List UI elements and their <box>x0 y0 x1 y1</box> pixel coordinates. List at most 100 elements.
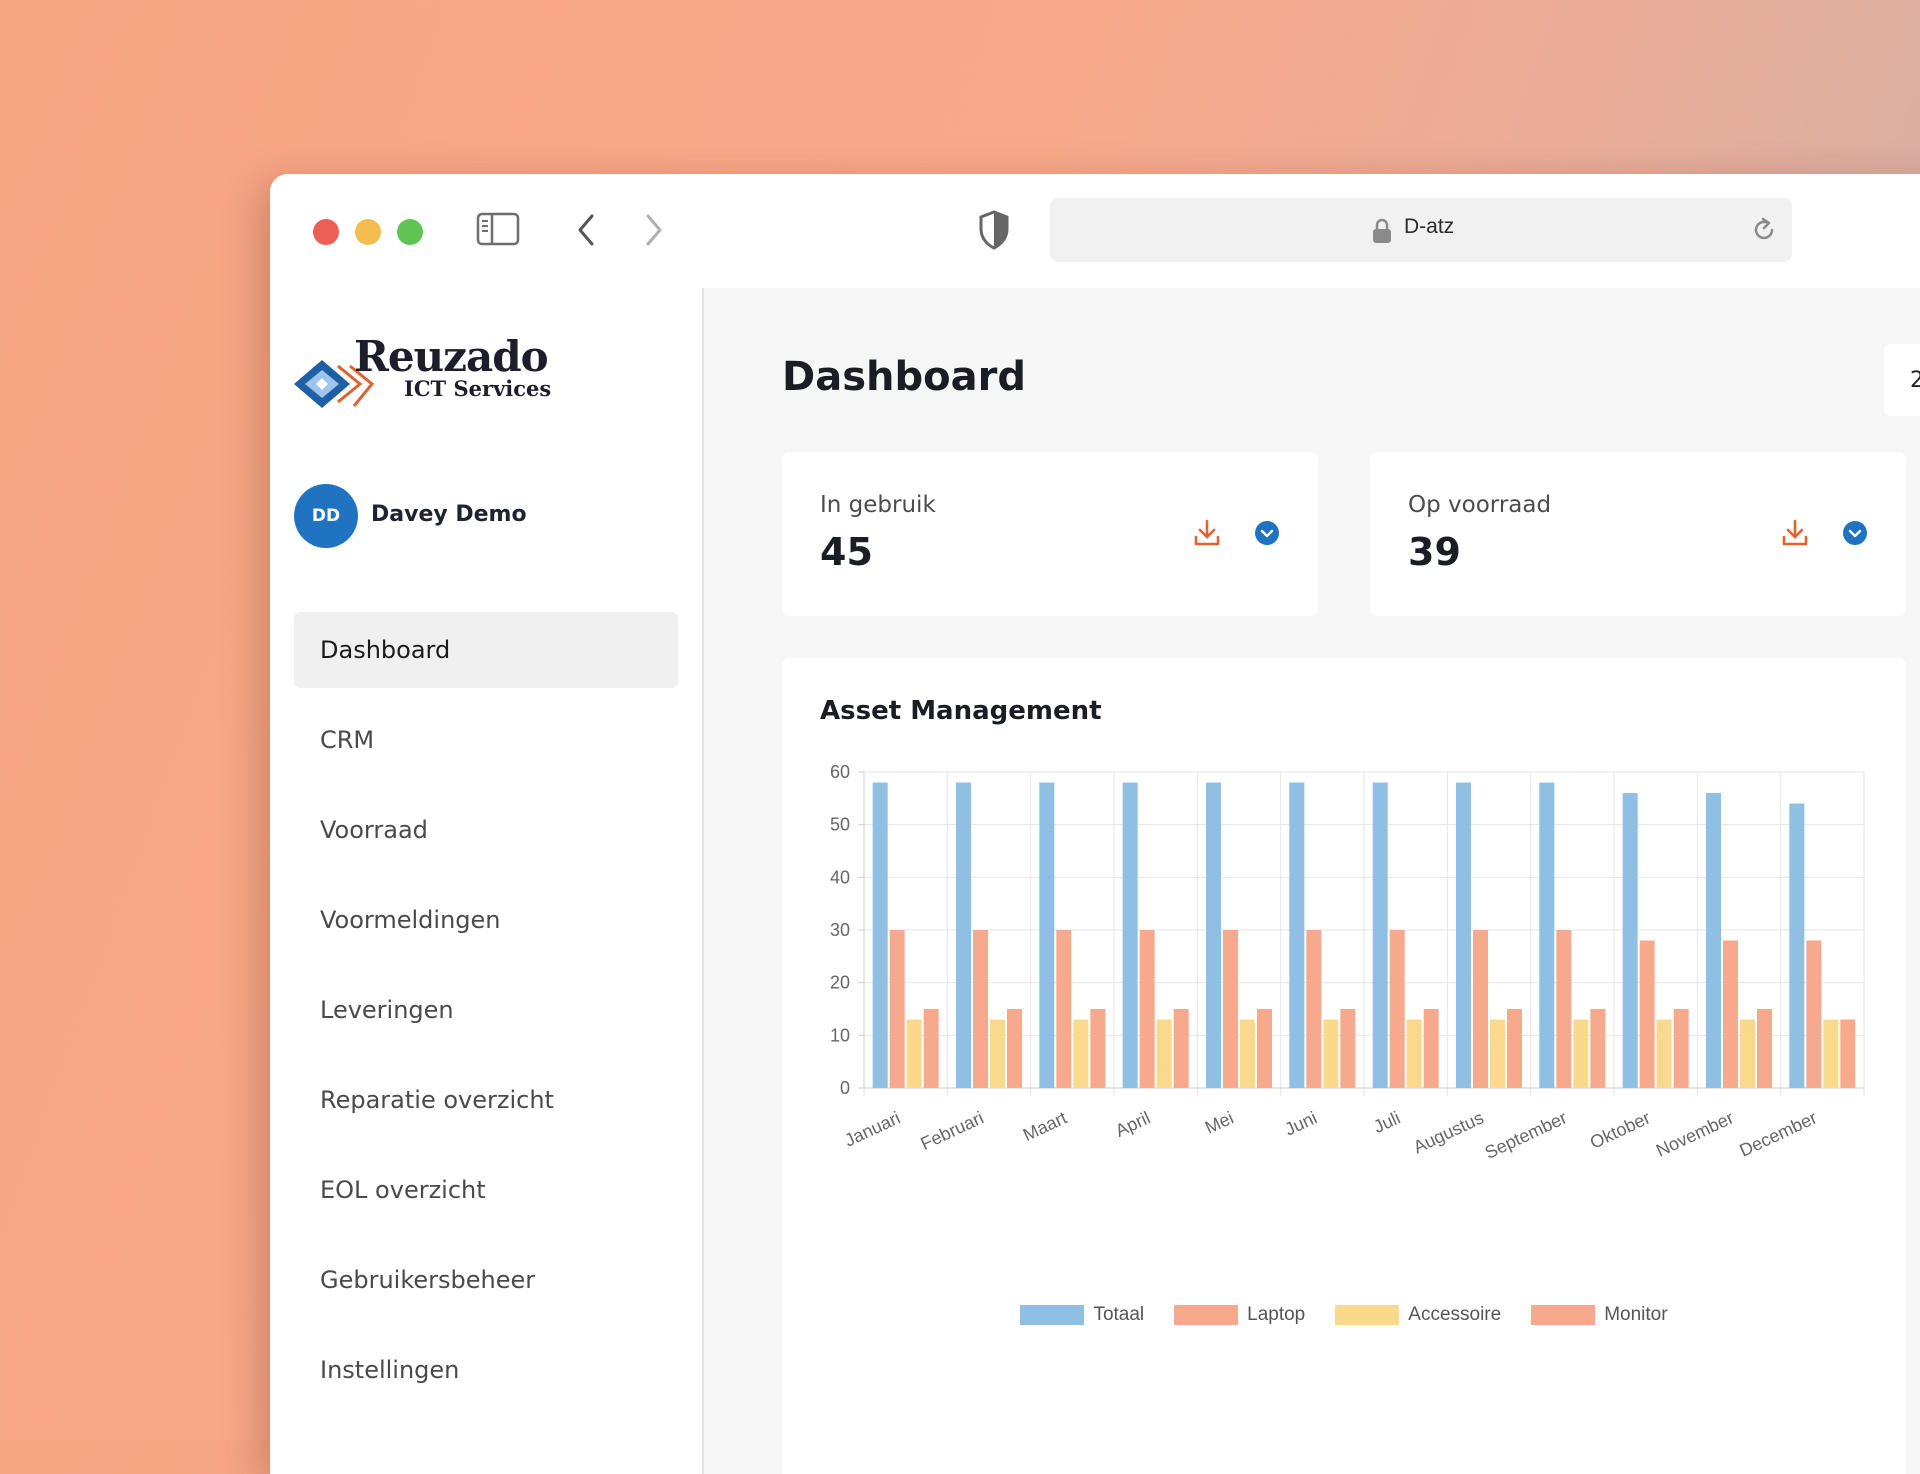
bar-totaal-januari <box>873 783 888 1088</box>
legend-item-totaal[interactable]: Totaal <box>1020 1304 1144 1326</box>
bar-monitor-november <box>1757 1009 1772 1088</box>
x-tick-label: Maart <box>1020 1107 1070 1145</box>
bar-laptop-februari <box>973 930 988 1088</box>
bar-accessoire-maart <box>1073 1020 1088 1088</box>
x-tick-label: Mei <box>1202 1107 1237 1137</box>
download-icon[interactable] <box>1192 518 1222 552</box>
bar-accessoire-oktober <box>1657 1020 1672 1088</box>
y-tick-label: 40 <box>830 867 850 887</box>
y-tick-label: 10 <box>830 1025 850 1045</box>
address-bar[interactable]: D-atz <box>1050 198 1792 262</box>
bar-monitor-maart <box>1090 1009 1105 1088</box>
chart-legend: Totaal Laptop Accessoire Monitor <box>782 1300 1906 1330</box>
bar-laptop-januari <box>890 930 905 1088</box>
lock-icon <box>1372 218 1392 248</box>
back-icon[interactable] <box>574 212 598 252</box>
bar-monitor-juni <box>1340 1009 1355 1088</box>
sidebar-nav: Dashboard CRM Voorraad Voormeldingen Lev… <box>294 612 678 1422</box>
x-tick-label: December <box>1736 1107 1820 1160</box>
download-icon[interactable] <box>1780 518 1810 552</box>
asset-management-chart-card: Asset Management 0102030405060JanuariFeb… <box>782 658 1906 1474</box>
chevron-down-circle-icon[interactable] <box>1254 520 1280 550</box>
legend-item-laptop[interactable]: Laptop <box>1174 1304 1305 1326</box>
bar-laptop-juni <box>1306 930 1321 1088</box>
bar-monitor-augustus <box>1507 1009 1522 1088</box>
stat-label: Op voorraad <box>1408 492 1551 518</box>
chevron-down-circle-icon[interactable] <box>1842 520 1868 550</box>
sidebar-item-crm[interactable]: CRM <box>294 702 678 778</box>
sidebar-item-reparatie-overzicht[interactable]: Reparatie overzicht <box>294 1062 678 1138</box>
minimize-window-button[interactable] <box>355 219 381 245</box>
top-right-widget[interactable]: 2 <box>1884 344 1920 416</box>
x-tick-label: Oktober <box>1587 1107 1653 1152</box>
y-tick-label: 20 <box>830 973 850 993</box>
bar-totaal-juni <box>1289 783 1304 1088</box>
legend-label: Totaal <box>1093 1304 1144 1326</box>
bar-laptop-november <box>1723 941 1738 1088</box>
legend-label: Accessoire <box>1408 1304 1501 1326</box>
stat-value: 39 <box>1408 530 1461 574</box>
x-tick-label: November <box>1653 1107 1737 1160</box>
main-content: Dashboard 2 In gebruik 45 Op voorraad <box>704 288 1920 1474</box>
legend-item-monitor[interactable]: Monitor <box>1531 1304 1667 1326</box>
browser-titlebar: D-atz <box>270 174 1920 288</box>
bar-accessoire-augustus <box>1490 1020 1505 1088</box>
bar-totaal-augustus <box>1456 783 1471 1088</box>
browser-window: D-atz Reuzado ICT Services DD Davey <box>270 174 1920 1474</box>
maximize-window-button[interactable] <box>397 219 423 245</box>
bar-accessoire-november <box>1740 1020 1755 1088</box>
sidebar-item-voormeldingen[interactable]: Voormeldingen <box>294 882 678 958</box>
asset-management-bar-chart: 0102030405060JanuariFebruariMaartAprilMe… <box>782 658 1906 1474</box>
reload-icon[interactable] <box>1750 216 1778 248</box>
bar-monitor-januari <box>924 1009 939 1088</box>
privacy-shield-icon[interactable] <box>978 210 1010 254</box>
sidebar-item-gebruikersbeheer[interactable]: Gebruikersbeheer <box>294 1242 678 1318</box>
bar-accessoire-september <box>1573 1020 1588 1088</box>
brand-name: Reuzado <box>354 332 548 381</box>
bar-accessoire-april <box>1157 1020 1172 1088</box>
sidebar-item-voorraad[interactable]: Voorraad <box>294 792 678 868</box>
bar-monitor-mei <box>1257 1009 1272 1088</box>
sidebar-item-instellingen[interactable]: Instellingen <box>294 1332 678 1408</box>
brand-logo[interactable]: Reuzado ICT Services <box>292 332 552 422</box>
bar-monitor-december <box>1840 1020 1855 1088</box>
legend-item-accessoire[interactable]: Accessoire <box>1335 1304 1501 1326</box>
stat-label: In gebruik <box>820 492 936 518</box>
legend-swatch <box>1531 1305 1595 1325</box>
y-tick-label: 50 <box>830 815 850 835</box>
legend-label: Laptop <box>1247 1304 1305 1326</box>
bar-totaal-november <box>1706 793 1721 1088</box>
sidebar: Reuzado ICT Services DD Davey Demo Dashb… <box>270 288 704 1474</box>
bar-accessoire-mei <box>1240 1020 1255 1088</box>
bar-laptop-december <box>1806 941 1821 1088</box>
bar-laptop-oktober <box>1640 941 1655 1088</box>
stat-card-op-voorraad: Op voorraad 39 <box>1370 452 1906 616</box>
bar-totaal-juli <box>1373 783 1388 1088</box>
legend-swatch <box>1020 1305 1084 1325</box>
bar-monitor-juli <box>1424 1009 1439 1088</box>
bar-totaal-oktober <box>1623 793 1638 1088</box>
legend-label: Monitor <box>1604 1304 1667 1326</box>
bar-laptop-mei <box>1223 930 1238 1088</box>
close-window-button[interactable] <box>313 219 339 245</box>
bar-monitor-februari <box>1007 1009 1022 1088</box>
forward-icon[interactable] <box>642 212 666 252</box>
x-tick-label: Februari <box>917 1107 986 1153</box>
sidebar-item-eol-overzicht[interactable]: EOL overzicht <box>294 1152 678 1228</box>
bar-laptop-september <box>1556 930 1571 1088</box>
x-tick-label: September <box>1482 1107 1570 1162</box>
user-name: Davey Demo <box>371 502 527 527</box>
bar-monitor-april <box>1174 1009 1189 1088</box>
x-tick-label: Januari <box>841 1107 903 1150</box>
bar-laptop-juli <box>1390 930 1405 1088</box>
sidebar-toggle-icon[interactable] <box>476 212 520 250</box>
avatar: DD <box>294 484 358 548</box>
bar-totaal-februari <box>956 783 971 1088</box>
sidebar-item-dashboard[interactable]: Dashboard <box>294 612 678 688</box>
bar-totaal-mei <box>1206 783 1221 1088</box>
sidebar-item-leveringen[interactable]: Leveringen <box>294 972 678 1048</box>
bar-accessoire-december <box>1823 1020 1838 1088</box>
bar-accessoire-juni <box>1323 1020 1338 1088</box>
bar-accessoire-februari <box>990 1020 1005 1088</box>
bar-laptop-maart <box>1056 930 1071 1088</box>
